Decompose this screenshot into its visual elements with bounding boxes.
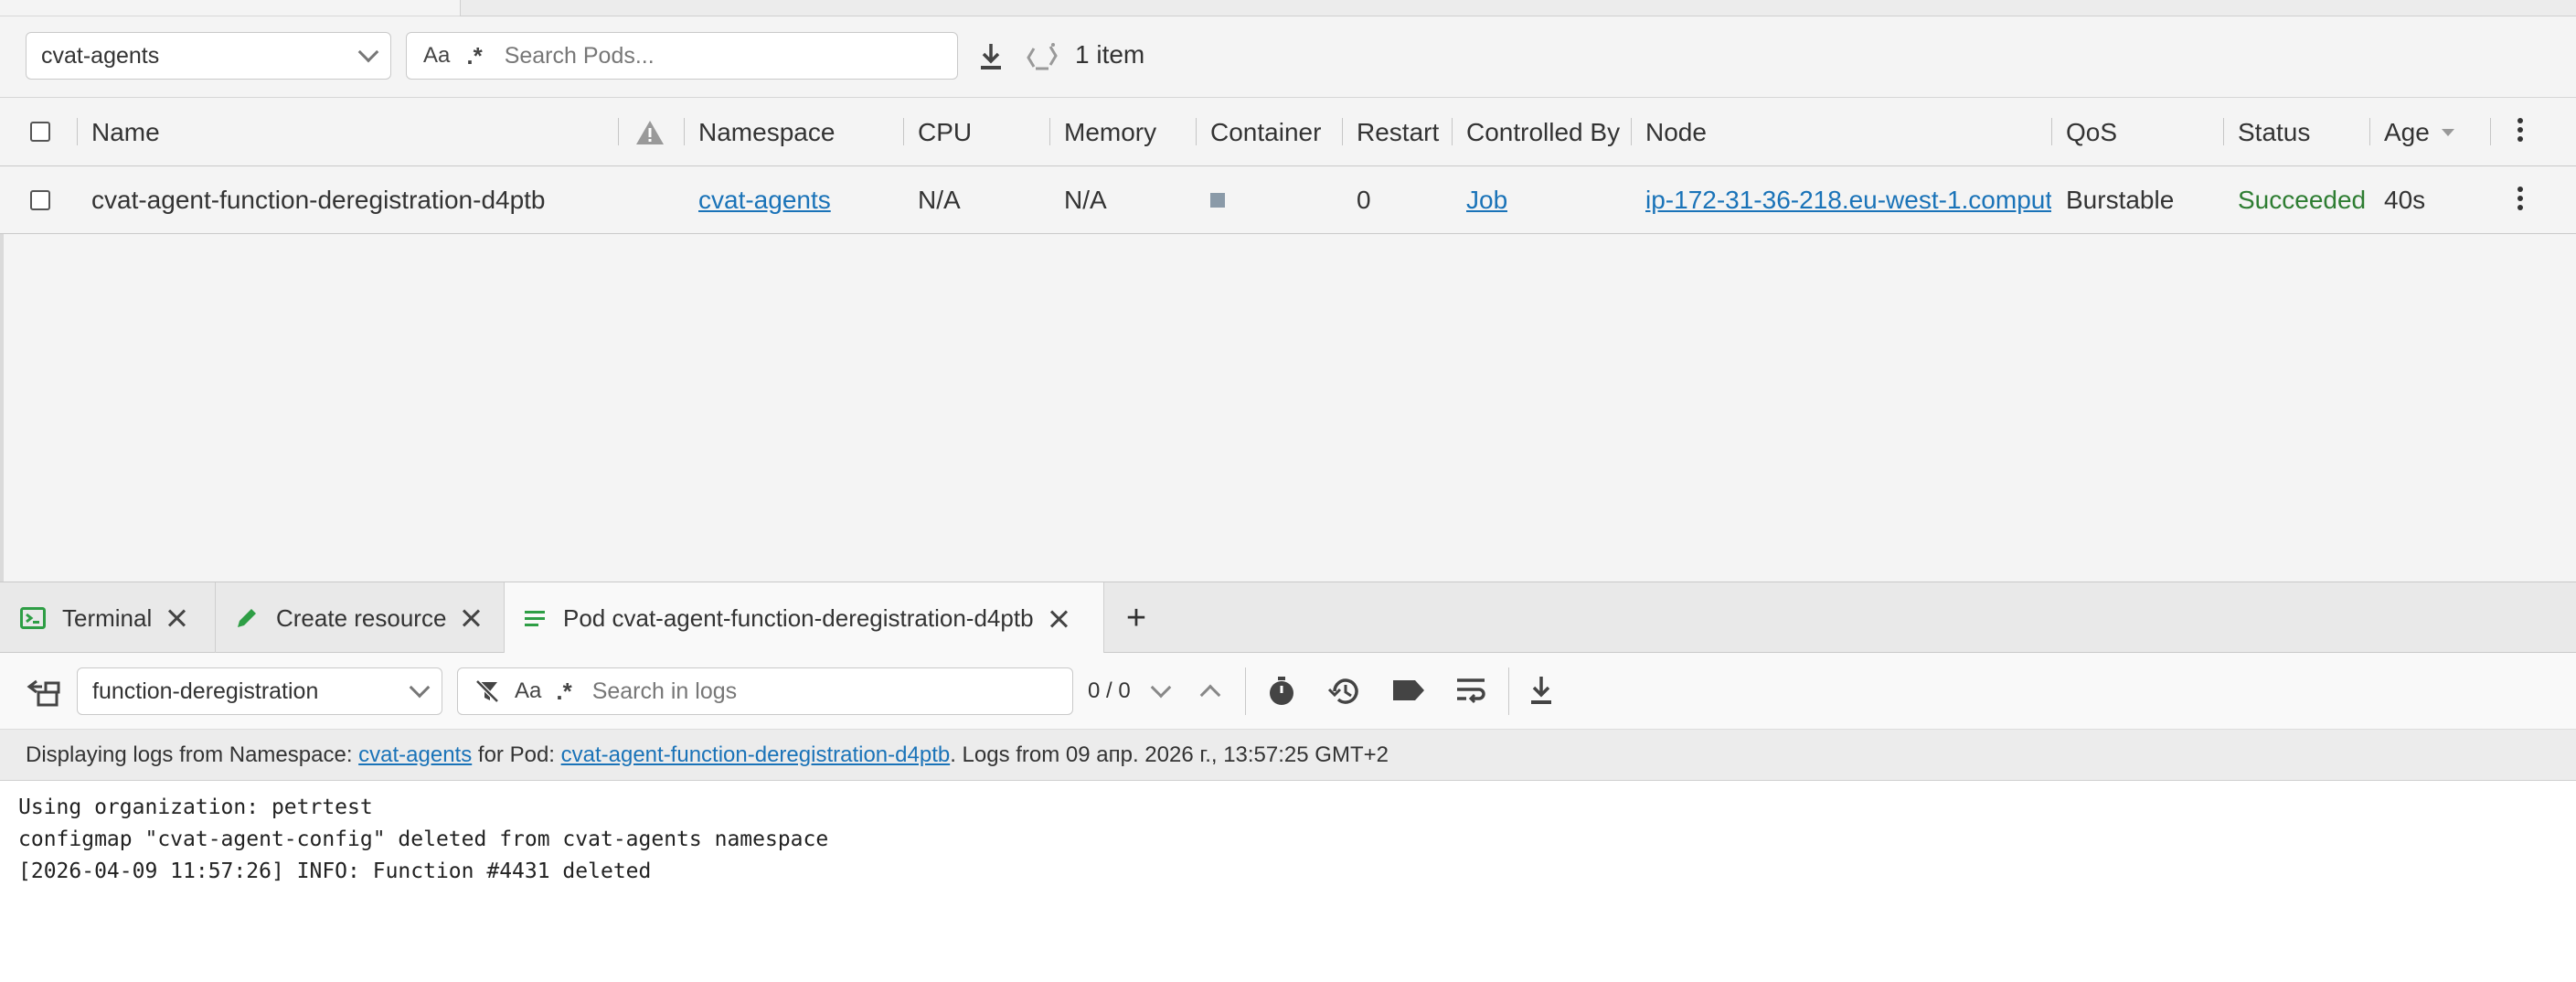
tab-pod-logs-label: Pod cvat-agent-function-deregistration-d… — [563, 604, 1034, 632]
row-menu-icon[interactable] — [2517, 187, 2523, 210]
tab-terminal-label: Terminal — [62, 603, 153, 632]
log-search-box[interactable]: Aa .* — [457, 667, 1073, 715]
log-info-for-pod: for Pod: — [477, 742, 555, 767]
column-header-name[interactable]: Name — [91, 98, 160, 167]
stopwatch-icon[interactable] — [1265, 675, 1298, 708]
close-icon[interactable] — [461, 608, 481, 628]
pod-search-box[interactable]: Aa .* — [406, 32, 958, 80]
log-info-namespace-link[interactable]: cvat-agents — [358, 742, 472, 768]
column-header-restarts[interactable]: Restart — [1357, 98, 1444, 167]
container-select-value: function-deregistration — [92, 678, 319, 704]
dock-tab-bar: Terminal Create resource Pod cvat-agent-… — [0, 582, 2576, 655]
log-info-suffix: . Logs from 09 апр. 2026 г., 13:57:25 GM… — [950, 742, 1389, 767]
table-row[interactable]: cvat-agent-function-deregistration-d4ptb… — [0, 166, 2576, 234]
table-header: Name Namespace CPU Memory Container Rest… — [0, 97, 2576, 166]
match-case-toggle[interactable]: Aa — [515, 678, 541, 704]
close-icon[interactable] — [1048, 609, 1069, 629]
memory-value: N/A — [1064, 186, 1107, 214]
log-search-input[interactable] — [590, 677, 1072, 706]
history-icon[interactable] — [1327, 675, 1362, 708]
log-line: Using organization: petrtest — [18, 795, 373, 819]
prev-match-icon[interactable] — [1199, 684, 1221, 706]
cpu-value: N/A — [918, 186, 961, 214]
log-toolbar: function-deregistration Aa .* 0 / 0 — [0, 653, 2576, 730]
tab-create-resource[interactable]: Create resource — [216, 582, 505, 654]
tab-terminal[interactable]: Terminal — [0, 582, 216, 654]
log-line: configmap "cvat-agent-config" deleted fr… — [18, 827, 829, 851]
filter-off-icon[interactable] — [474, 678, 500, 704]
qos-value: Burstable — [2066, 186, 2175, 214]
column-header-namespace[interactable]: Namespace — [698, 98, 835, 167]
age-value: 40s — [2384, 186, 2426, 214]
chevron-down-icon — [409, 677, 431, 699]
log-line: [2026-04-09 11:57:26] INFO: Function #44… — [18, 859, 652, 883]
inactive-tab-edge[interactable] — [460, 0, 2576, 16]
column-header-age[interactable]: Age — [2384, 98, 2455, 167]
regex-toggle[interactable]: .* — [556, 678, 571, 706]
match-case-toggle[interactable]: Aa — [423, 43, 450, 69]
namespace-select[interactable]: cvat-agents — [26, 32, 391, 80]
log-info-prefix: Displaying logs from Namespace: — [26, 742, 353, 767]
select-all-checkbox[interactable] — [30, 122, 50, 142]
recycle-icon[interactable] — [1022, 37, 1062, 77]
namespace-link[interactable]: cvat-agents — [698, 186, 831, 215]
pod-name: cvat-agent-function-deregistration-d4ptb — [91, 186, 546, 214]
add-tab-button[interactable]: + — [1104, 582, 1168, 654]
label-icon[interactable] — [1391, 677, 1426, 704]
download-icon[interactable] — [976, 40, 1006, 73]
item-count: 1 item — [1075, 40, 1145, 69]
status-value: Succeeded — [2238, 186, 2367, 214]
pod-search-input[interactable] — [502, 41, 957, 70]
log-icon — [525, 610, 545, 626]
column-header-status[interactable]: Status — [2238, 98, 2310, 167]
download-icon[interactable] — [1528, 675, 1554, 706]
match-count: 0 / 0 — [1088, 678, 1131, 703]
container-status-icon — [1210, 166, 1225, 234]
sort-desc-icon — [2441, 129, 2454, 136]
column-header-controlled-by[interactable]: Controlled By — [1466, 98, 1625, 167]
next-match-icon[interactable] — [1150, 677, 1172, 699]
log-info-bar: Displaying logs from Namespace: cvat-age… — [0, 730, 2576, 781]
controlled-by-link[interactable]: Job — [1466, 186, 1507, 215]
pencil-icon — [238, 609, 256, 627]
log-info-pod-link[interactable]: cvat-agent-function-deregistration-d4ptb — [561, 742, 951, 768]
column-header-containers[interactable]: Container — [1210, 98, 1331, 167]
column-header-node[interactable]: Node — [1645, 98, 1707, 167]
restarts-value: 0 — [1357, 186, 1371, 214]
chevron-down-icon — [357, 41, 379, 63]
regex-toggle[interactable]: .* — [466, 42, 482, 70]
close-icon[interactable] — [166, 608, 186, 628]
node-link[interactable]: ip-172-31-36-218.eu-west-1.compute.inter… — [1645, 186, 2051, 215]
filter-bar: cvat-agents Aa .* 1 item — [0, 16, 2576, 97]
column-header-cpu[interactable]: CPU — [918, 98, 972, 167]
columns-menu-icon[interactable] — [2517, 118, 2523, 142]
warning-icon[interactable] — [634, 98, 667, 167]
tab-pod-logs[interactable]: Pod cvat-agent-function-deregistration-d… — [505, 582, 1104, 655]
container-select[interactable]: function-deregistration — [77, 667, 442, 715]
column-header-memory[interactable]: Memory — [1064, 98, 1156, 167]
log-output: Using organization: petrtest configmap "… — [0, 781, 2576, 982]
column-header-qos[interactable]: QoS — [2066, 98, 2117, 167]
terminal-icon — [20, 607, 46, 629]
wrap-text-icon[interactable] — [1455, 677, 1486, 704]
column-header-age-label: Age — [2384, 118, 2430, 146]
tab-create-resource-label: Create resource — [276, 603, 447, 632]
toggle-previous-container-icon[interactable] — [26, 677, 62, 708]
namespace-select-value: cvat-agents — [41, 42, 160, 69]
row-checkbox[interactable] — [30, 190, 50, 210]
top-tab-strip — [0, 0, 2576, 16]
